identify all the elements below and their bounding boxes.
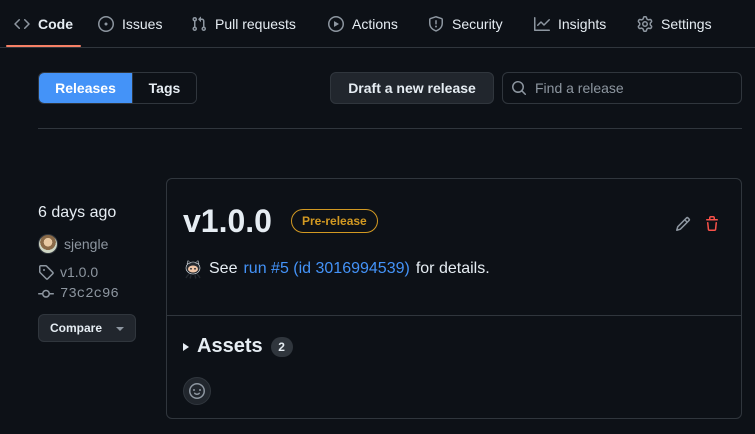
commit-sha: 73c2c96 bbox=[60, 286, 119, 302]
git-commit-icon bbox=[38, 289, 54, 298]
issue-opened-icon bbox=[98, 16, 114, 32]
octocat-icon bbox=[185, 260, 201, 279]
tags-tab-button[interactable]: Tags bbox=[132, 73, 196, 103]
assets-count-badge: 2 bbox=[270, 336, 293, 357]
play-icon bbox=[328, 16, 344, 32]
pencil-icon bbox=[675, 216, 691, 232]
workflow-run-link[interactable]: run #5 (id 3016994539) bbox=[243, 260, 409, 278]
add-reaction-button[interactable] bbox=[183, 377, 211, 405]
release-title[interactable]: v1.0.0 bbox=[183, 201, 272, 241]
toolbar-divider bbox=[38, 128, 742, 129]
release-time-ago: 6 days ago bbox=[38, 204, 117, 221]
selected-tab-underline bbox=[6, 45, 81, 47]
git-pull-request-icon bbox=[192, 16, 207, 32]
delete-release-button[interactable] bbox=[704, 216, 720, 232]
release-search bbox=[502, 72, 742, 104]
notes-prefix: See bbox=[209, 260, 238, 277]
search-icon bbox=[512, 81, 527, 96]
repo-nav: Code Issues Pull requests Actions Securi… bbox=[0, 0, 755, 48]
tab-security-label: Security bbox=[452, 16, 503, 32]
release-author[interactable]: sjengle bbox=[38, 234, 108, 254]
assets-toggle[interactable]: Assets 2 bbox=[183, 335, 293, 358]
tab-issues-label: Issues bbox=[122, 16, 163, 32]
triangle-right-icon bbox=[183, 342, 189, 351]
gear-icon bbox=[637, 16, 653, 32]
releases-tags-toggle: Releases Tags bbox=[38, 72, 197, 104]
tab-insights[interactable]: Insights bbox=[528, 8, 612, 40]
release-notes: See run #5 (id 3016994539) for details. bbox=[183, 259, 490, 279]
tab-settings-label: Settings bbox=[661, 16, 712, 32]
draft-new-release-button[interactable]: Draft a new release bbox=[330, 72, 494, 104]
tab-issues[interactable]: Issues bbox=[92, 8, 168, 40]
tab-code-label: Code bbox=[38, 16, 73, 32]
tab-pull-requests-label: Pull requests bbox=[215, 16, 296, 32]
release-tag-link[interactable]: v1.0.0 bbox=[38, 264, 98, 280]
search-input[interactable] bbox=[535, 80, 735, 96]
tab-code[interactable]: Code bbox=[8, 8, 79, 40]
author-name[interactable]: sjengle bbox=[64, 236, 108, 252]
releases-tab-button[interactable]: Releases bbox=[39, 73, 132, 103]
compare-button[interactable]: Compare bbox=[38, 314, 136, 342]
prerelease-badge: Pre-release bbox=[291, 209, 378, 233]
release-commit-link[interactable]: 73c2c96 bbox=[38, 286, 119, 302]
tag-icon bbox=[39, 265, 54, 280]
code-icon bbox=[14, 18, 30, 30]
graph-icon bbox=[534, 17, 550, 31]
tab-pull-requests[interactable]: Pull requests bbox=[185, 8, 302, 40]
avatar bbox=[38, 234, 58, 254]
assets-divider bbox=[167, 315, 741, 316]
smiley-icon bbox=[189, 383, 205, 399]
tab-insights-label: Insights bbox=[558, 16, 607, 32]
trash-icon bbox=[706, 216, 718, 231]
chevron-down-icon bbox=[116, 327, 124, 331]
assets-label: Assets bbox=[197, 335, 263, 357]
edit-release-button[interactable] bbox=[675, 216, 691, 232]
release-card: v1.0.0 Pre-release See run #5 (id 301699… bbox=[166, 178, 742, 419]
tab-security[interactable]: Security bbox=[422, 8, 509, 40]
tab-settings[interactable]: Settings bbox=[631, 8, 718, 40]
shield-icon bbox=[429, 16, 443, 32]
compare-label: Compare bbox=[49, 321, 102, 335]
tab-actions[interactable]: Actions bbox=[322, 8, 404, 40]
notes-suffix: for details. bbox=[415, 260, 490, 277]
tab-actions-label: Actions bbox=[352, 16, 398, 32]
tag-name: v1.0.0 bbox=[60, 264, 99, 280]
